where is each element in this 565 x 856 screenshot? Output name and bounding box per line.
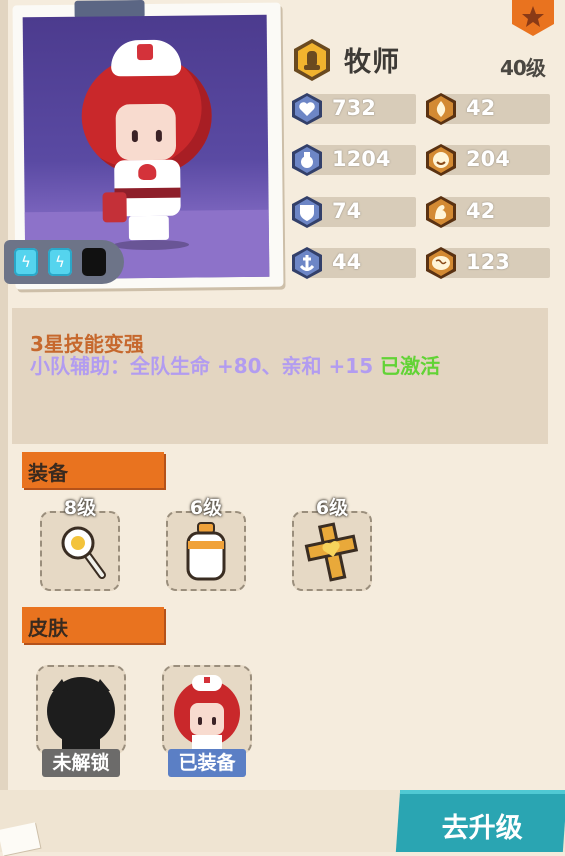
scepter-icon [61, 526, 106, 579]
fire-icon [424, 92, 458, 126]
muscle-icon [424, 195, 458, 229]
hero-eye [131, 130, 138, 143]
hero-shadow [112, 239, 190, 251]
equipment-level: 6级 [315, 497, 349, 519]
stat-value: 1204 [332, 147, 391, 171]
hero-face [115, 103, 177, 161]
shield-icon [290, 195, 324, 229]
equipment-level: 8级 [63, 497, 97, 519]
hero-level: 40级 [500, 56, 546, 80]
potion-icon [290, 143, 324, 177]
stat-anchor: 44 [290, 246, 416, 280]
anchor-icon [290, 246, 324, 280]
skill-title: 3星技能变强 [30, 332, 144, 356]
stat-attack: 42 [424, 92, 550, 126]
skin-status-label: 已装备 [168, 749, 246, 777]
stat-value: 44 [332, 250, 362, 274]
golden-cross-icon [304, 522, 359, 582]
skins-header-label: 皮肤 [28, 616, 68, 640]
hat-cross-icon [136, 43, 154, 61]
skill-description: 小队辅助：全队生命 +80、亲和 +15 已激活 [30, 354, 450, 378]
skill-status: 已激活 [380, 354, 441, 378]
hero-sprite [71, 33, 223, 255]
stat-value: 42 [466, 199, 496, 223]
stat-defense: 74 [290, 195, 416, 229]
equipment-slot-cross[interactable]: 6级 [292, 497, 372, 591]
empty-gem-icon [82, 248, 106, 276]
panel-edge [0, 0, 8, 852]
stat-value: 123 [466, 250, 510, 274]
heart-emblem-icon [138, 163, 157, 181]
class-name: 牧师 [344, 47, 400, 78]
stat-charm: 204 [424, 143, 550, 177]
potion-bottle-icon [102, 192, 127, 223]
lightning-icon: ϟ [14, 248, 38, 276]
hero-legs [128, 215, 169, 241]
heart-icon [290, 92, 324, 126]
equipment-level: 6级 [189, 497, 223, 519]
lightning-icon: ϟ [48, 248, 72, 276]
smile-icon [424, 143, 458, 177]
stat-value: 732 [332, 96, 376, 120]
locked-skin-silhouette-icon [47, 677, 115, 749]
skins-header: 皮肤 [22, 607, 164, 643]
priest-class-icon [292, 38, 332, 82]
equipment-slot-scepter[interactable]: 8级 [40, 497, 120, 591]
upgrade-button-label: 去升级 [441, 813, 523, 844]
milk-bottle-icon [186, 522, 226, 581]
upgrade-button[interactable]: 去升级 [395, 790, 565, 852]
skin-nurse[interactable]: 已装备 [162, 665, 252, 777]
stat-mana: 1204 [290, 143, 416, 177]
equipment-header: 装备 [22, 452, 164, 488]
stat-value: 204 [466, 147, 510, 171]
stat-hp: 732 [290, 92, 416, 126]
stat-strength: 42 [424, 195, 550, 229]
skill-gems[interactable]: ϟ ϟ [4, 240, 124, 284]
skill-effect-text: 小队辅助：全队生命 +80、亲和 +15 [30, 354, 374, 378]
brain-icon [424, 246, 458, 280]
stat-intellect: 123 [424, 246, 550, 280]
stat-value: 42 [466, 96, 496, 120]
rank-star-icon[interactable] [512, 0, 554, 36]
skill-description-box: 3星技能变强 小队辅助：全队生命 +80、亲和 +15 已激活 [12, 308, 548, 444]
nurse-skin-icon [174, 675, 240, 751]
skin-locked[interactable]: 未解锁 [36, 665, 126, 777]
equipment-slot-bottle[interactable]: 6级 [166, 497, 246, 591]
stat-value: 74 [332, 199, 362, 223]
equipment-header-label: 装备 [28, 461, 68, 485]
skin-status-label: 未解锁 [42, 749, 120, 777]
hero-eye [155, 129, 162, 142]
